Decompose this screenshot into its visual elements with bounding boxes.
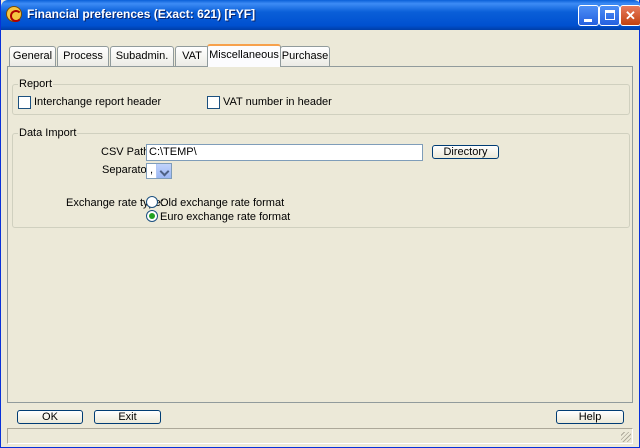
vat-number-label: VAT number in header	[223, 96, 332, 108]
minimize-icon	[584, 19, 592, 22]
vat-number-checkbox[interactable]	[207, 96, 220, 109]
tab-panel-miscellaneous: Report Interchange report header VAT num…	[7, 66, 633, 403]
separator-value: ,	[150, 164, 154, 176]
tab-miscellaneous[interactable]: Miscellaneous	[207, 44, 281, 67]
ok-button[interactable]: OK	[17, 410, 83, 424]
close-icon: ✕	[625, 8, 636, 23]
interchange-header-label: Interchange report header	[34, 96, 162, 108]
csv-path-label: CSV Path:	[101, 146, 153, 158]
maximize-button[interactable]	[599, 5, 620, 26]
tab-subadmin[interactable]: Subadmin.	[110, 46, 174, 66]
resize-grip-icon[interactable]	[621, 432, 631, 442]
chevron-down-icon[interactable]	[156, 164, 171, 178]
status-bar	[7, 428, 633, 444]
data-import-group-label: Data Import	[18, 127, 78, 139]
tab-process[interactable]: Process	[57, 46, 109, 66]
report-group-label: Report	[18, 78, 54, 90]
window-title: Financial preferences (Exact: 621) [FYF]	[27, 7, 256, 21]
exit-button[interactable]: Exit	[94, 410, 161, 424]
title-bar[interactable]: Financial preferences (Exact: 621) [FYF]…	[1, 0, 640, 30]
old-exchange-radio[interactable]	[146, 196, 158, 208]
report-group: Report Interchange report header VAT num…	[12, 78, 630, 115]
button-bar: OK Exit Help	[7, 405, 633, 425]
separator-select[interactable]: ,	[146, 163, 172, 179]
tab-vat[interactable]: VAT	[175, 46, 209, 66]
app-logo-icon[interactable]	[6, 6, 22, 22]
close-button[interactable]: ✕	[620, 5, 640, 26]
help-button[interactable]: Help	[556, 410, 624, 424]
tab-purchase[interactable]: Purchase	[280, 46, 330, 66]
app-window: Financial preferences (Exact: 621) [FYF]…	[0, 0, 640, 448]
interchange-header-checkbox[interactable]	[18, 96, 31, 109]
old-exchange-label: Old exchange rate format	[160, 197, 285, 209]
euro-exchange-label: Euro exchange rate format	[160, 211, 291, 223]
euro-exchange-radio[interactable]	[146, 210, 158, 222]
data-import-group: Data Import CSV Path: C:\TEMP\ Directory…	[12, 127, 630, 228]
tab-general[interactable]: General	[9, 46, 56, 66]
minimize-button[interactable]	[578, 5, 599, 26]
directory-button[interactable]: Directory	[432, 145, 499, 159]
maximize-icon	[605, 10, 615, 20]
csv-path-field[interactable]: C:\TEMP\	[146, 144, 423, 161]
